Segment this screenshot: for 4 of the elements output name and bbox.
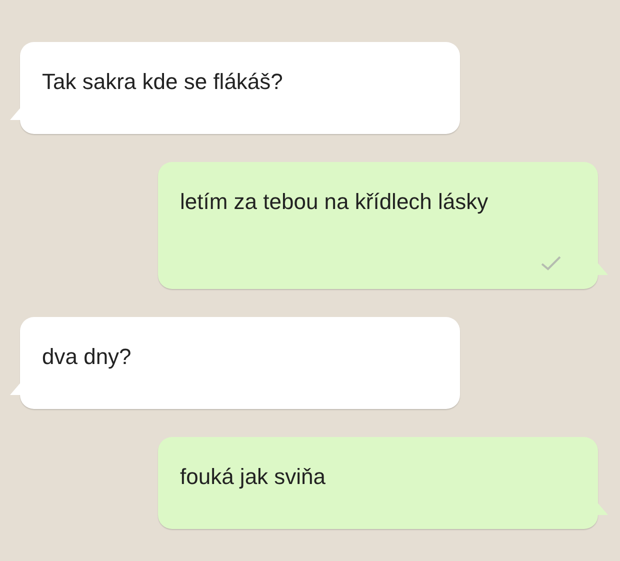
message-text: dva dny?: [42, 343, 132, 371]
message-text: letím za tebou na křídlech lásky: [180, 188, 490, 216]
message-text: Tak sakra kde se flákáš?: [42, 68, 284, 96]
message-text: fouká jak sviňa: [180, 463, 327, 491]
